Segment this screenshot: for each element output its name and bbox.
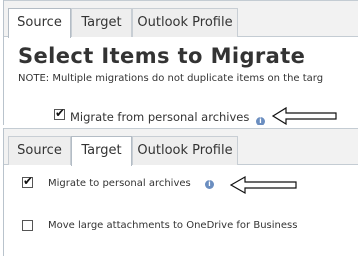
info-icon[interactable]: i	[205, 180, 214, 189]
tab-outlook-profile[interactable]: Outlook Profile	[132, 136, 238, 165]
source-tab-panel: Source Target Outlook Profile Select Ite…	[3, 0, 358, 125]
tab-bar: Source Target Outlook Profile	[4, 128, 358, 166]
tab-source[interactable]: Source	[8, 8, 71, 38]
tab-target[interactable]: Target	[71, 8, 132, 37]
migrate-to-archives-label[interactable]: Migrate to personal archives	[48, 178, 191, 189]
migrate-from-archives-label[interactable]: Migrate from personal archives	[70, 110, 249, 124]
left-arrow-icon	[272, 106, 337, 125]
tab-outlook-profile[interactable]: Outlook Profile	[132, 8, 238, 37]
migrate-from-archives-checkbox[interactable]: ✔	[54, 106, 66, 120]
tab-target[interactable]: Target	[71, 136, 132, 166]
move-attachments-checkbox[interactable]	[22, 220, 33, 231]
target-tab-panel: Source Target Outlook Profile ✔ Migrate …	[3, 128, 358, 256]
migrate-to-archives-checkbox[interactable]: ✔	[22, 174, 34, 188]
info-icon[interactable]: i	[256, 117, 265, 125]
checkmark-icon: ✔	[55, 106, 66, 120]
checkmark-icon: ✔	[23, 174, 34, 188]
left-arrow-icon	[230, 175, 297, 195]
move-attachments-label[interactable]: Move large attachments to OneDrive for B…	[48, 220, 297, 231]
page-title: Select Items to Migrate	[18, 44, 306, 68]
tab-bar: Source Target Outlook Profile	[4, 0, 358, 38]
page: Source Target Outlook Profile Select Ite…	[0, 0, 358, 256]
note-text: NOTE: Multiple migrations do not duplica…	[18, 73, 324, 84]
tab-source[interactable]: Source	[8, 136, 71, 165]
